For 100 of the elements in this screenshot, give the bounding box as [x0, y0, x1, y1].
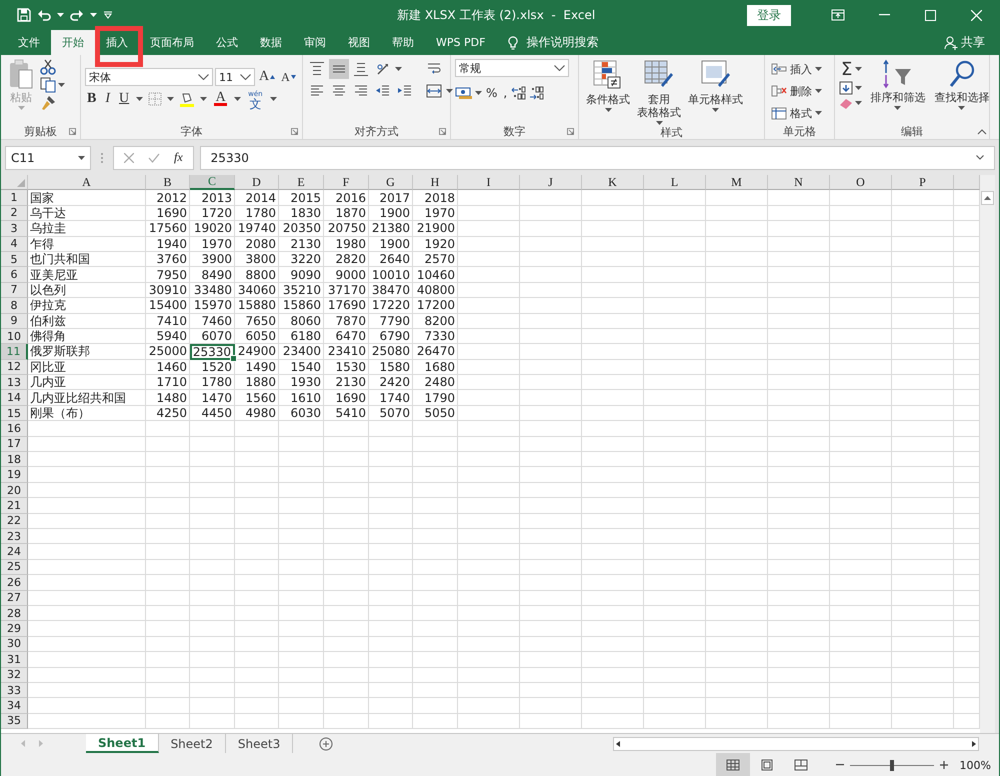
row-header[interactable]: 26: [1, 575, 28, 591]
table-cell[interactable]: 2130: [324, 375, 369, 390]
row-header[interactable]: 31: [1, 652, 28, 668]
caret-icon[interactable]: [855, 101, 862, 105]
autosum-button[interactable]: Σ: [839, 59, 864, 79]
table-cell[interactable]: 2013: [190, 190, 235, 206]
number-format-field[interactable]: 常规: [455, 59, 569, 77]
table-cell[interactable]: 也门共和国: [28, 252, 146, 268]
collapse-icon[interactable]: [977, 129, 987, 135]
drag-handle-icon[interactable]: [101, 152, 103, 162]
save-icon[interactable]: [17, 8, 31, 22]
fill-handle[interactable]: [230, 354, 237, 362]
customize-icon[interactable]: [103, 11, 113, 19]
caret-icon[interactable]: [90, 13, 97, 17]
table-cell[interactable]: 17560: [146, 221, 190, 237]
table-cell[interactable]: 5410: [324, 406, 369, 422]
table-cell[interactable]: 1690: [146, 206, 190, 222]
table-cell[interactable]: 2017: [369, 190, 413, 206]
table-cell[interactable]: 9000: [324, 267, 369, 283]
row-header[interactable]: 13: [1, 375, 28, 390]
check-icon[interactable]: [148, 152, 160, 162]
table-cell[interactable]: 8490: [190, 267, 235, 283]
ribbon-tab[interactable]: WPS PDF: [425, 30, 496, 55]
row-header[interactable]: 1: [1, 190, 28, 206]
table-cell[interactable]: 25080: [369, 344, 413, 360]
launcher-icon[interactable]: [567, 128, 574, 135]
caret-icon[interactable]: [136, 97, 144, 101]
chevron-down-icon[interactable]: [554, 65, 565, 71]
insert-cells-button[interactable]: 插入: [769, 59, 824, 79]
column-header[interactable]: C: [190, 175, 235, 190]
table-cell[interactable]: 33480: [190, 282, 235, 298]
font-size-field[interactable]: 11: [215, 68, 255, 86]
grow-font-button[interactable]: A: [257, 67, 278, 87]
table-cell[interactable]: 以色列: [28, 282, 146, 298]
share-button[interactable]: 共享: [961, 34, 985, 51]
caret-icon[interactable]: [58, 83, 65, 87]
middle-align-button[interactable]: [329, 59, 349, 79]
table-cell[interactable]: 3800: [235, 252, 279, 268]
table-cell[interactable]: 2420: [369, 375, 413, 390]
row-header[interactable]: 34: [1, 698, 28, 714]
row-header[interactable]: 22: [1, 514, 28, 529]
table-cell[interactable]: 24900: [235, 344, 279, 360]
column-header[interactable]: G: [369, 175, 413, 190]
table-cell[interactable]: 25000: [146, 344, 190, 360]
row-header[interactable]: 14: [1, 390, 28, 406]
table-cell[interactable]: 2012: [146, 190, 190, 206]
ribbon-tab[interactable]: 文件: [7, 30, 51, 55]
row-header[interactable]: 7: [1, 282, 28, 298]
table-cell[interactable]: 1970: [413, 206, 458, 222]
table-cell[interactable]: 1490: [235, 360, 279, 376]
table-cell[interactable]: 21380: [369, 221, 413, 237]
row-header[interactable]: 17: [1, 436, 28, 452]
table-cell[interactable]: 30910: [146, 282, 190, 298]
table-cell[interactable]: 23410: [324, 344, 369, 360]
table-cell[interactable]: 2015: [279, 190, 324, 206]
table-cell[interactable]: 26470: [413, 344, 458, 360]
row-header[interactable]: 4: [1, 236, 28, 252]
table-format-button[interactable]: 套用 表格格式: [634, 59, 684, 125]
table-cell[interactable]: 1880: [235, 375, 279, 390]
caret-icon[interactable]: [855, 67, 862, 71]
caret-icon[interactable]: [446, 89, 453, 93]
table-cell[interactable]: 8800: [235, 267, 279, 283]
table-cell[interactable]: 7650: [235, 314, 279, 329]
undo-icon[interactable]: [37, 8, 51, 22]
row-header[interactable]: 10: [1, 328, 28, 344]
table-cell[interactable]: 1900: [369, 206, 413, 222]
percent-button[interactable]: %: [484, 83, 500, 103]
maximize-icon[interactable]: [924, 10, 936, 20]
caret-icon[interactable]: [57, 13, 64, 17]
row-header[interactable]: 6: [1, 267, 28, 283]
table-cell[interactable]: 38470: [369, 282, 413, 298]
table-cell[interactable]: 5050: [413, 406, 458, 422]
table-cell[interactable]: 34060: [235, 282, 279, 298]
table-cell[interactable]: 伊拉克: [28, 298, 146, 314]
minimize-icon[interactable]: [878, 14, 890, 16]
table-cell[interactable]: 15400: [146, 298, 190, 314]
table-cell[interactable]: 6030: [279, 406, 324, 422]
table-cell[interactable]: 佛得角: [28, 328, 146, 344]
row-header[interactable]: 21: [1, 498, 28, 514]
caret-icon[interactable]: [712, 108, 719, 112]
table-cell[interactable]: 1940: [146, 236, 190, 252]
lightbulb-icon[interactable]: [508, 36, 518, 50]
table-cell[interactable]: 8060: [279, 314, 324, 329]
table-cell[interactable]: 几内亚比绍共和国: [28, 390, 146, 406]
column-header[interactable]: O: [830, 175, 892, 190]
table-cell[interactable]: 8200: [413, 314, 458, 329]
table-cell[interactable]: 17220: [369, 298, 413, 314]
table-cell[interactable]: 19740: [235, 221, 279, 237]
table-cell[interactable]: 1690: [324, 390, 369, 406]
table-cell[interactable]: 19020: [190, 221, 235, 237]
table-cell[interactable]: 1580: [369, 360, 413, 376]
row-header[interactable]: 32: [1, 668, 28, 683]
chevron-down-icon[interactable]: [240, 74, 251, 80]
caret-icon[interactable]: [167, 97, 174, 101]
copy-icon[interactable]: [40, 77, 56, 93]
column-header[interactable]: B: [146, 175, 190, 190]
table-cell[interactable]: 2640: [369, 252, 413, 268]
column-header[interactable]: D: [235, 175, 279, 190]
caret-icon[interactable]: [200, 97, 208, 101]
underline-button[interactable]: U: [117, 89, 132, 109]
